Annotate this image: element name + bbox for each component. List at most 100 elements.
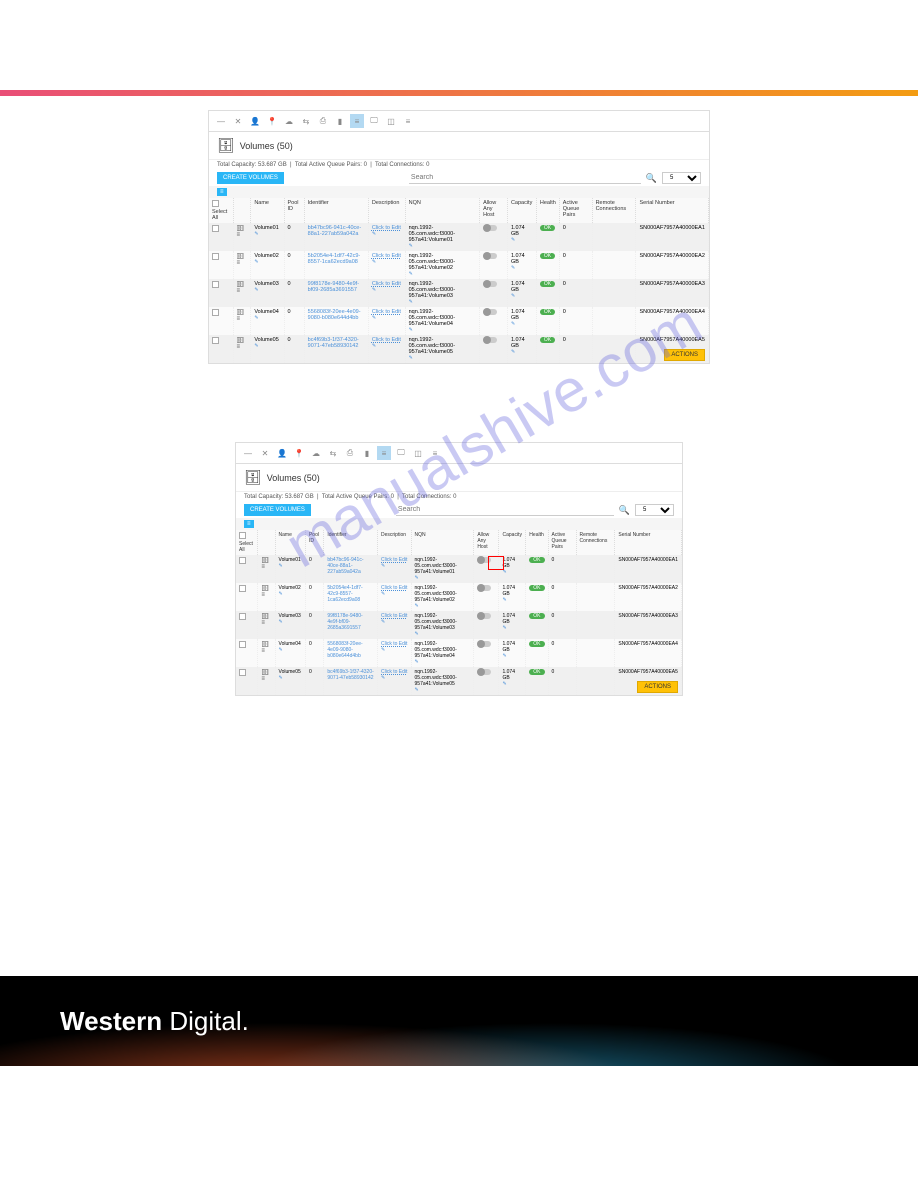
link-icon[interactable]: ⇆ bbox=[326, 446, 340, 460]
cell-identifier[interactable]: 5568083f-20ee-4e09-9080-b080e644d4bb bbox=[327, 641, 362, 659]
col-allow[interactable]: Allow Any Host bbox=[474, 530, 499, 555]
edit-icon[interactable]: ✎ bbox=[502, 681, 506, 687]
col-queue[interactable]: Active Queue Pairs bbox=[559, 198, 592, 223]
edit-icon[interactable]: ✎ bbox=[502, 597, 506, 603]
col-serial[interactable]: Serial Number bbox=[636, 198, 709, 223]
row-checkbox[interactable] bbox=[239, 641, 246, 648]
col-identifier[interactable]: Identifier bbox=[324, 530, 378, 555]
user-icon[interactable]: 👤 bbox=[275, 446, 289, 460]
cell-identifier[interactable]: 5568083f-20ee-4e09-9080-b080e644d4bb bbox=[308, 309, 361, 321]
edit-icon[interactable]: ✎ bbox=[381, 675, 385, 681]
cell-description[interactable]: Click to Edit bbox=[372, 225, 401, 231]
allow-host-toggle[interactable] bbox=[483, 281, 497, 287]
edit-icon[interactable]: ✎ bbox=[381, 591, 385, 597]
edit-icon[interactable]: ✎ bbox=[511, 321, 515, 327]
tools-icon[interactable]: ✕ bbox=[231, 114, 245, 128]
select-all-checkbox[interactable] bbox=[212, 200, 219, 207]
row-checkbox[interactable] bbox=[212, 281, 219, 288]
list-toggle-icon[interactable]: ≡ bbox=[217, 188, 227, 196]
list-toggle-icon[interactable]: ≡ bbox=[244, 520, 254, 528]
print-icon[interactable]: ⎙ bbox=[316, 114, 330, 128]
edit-icon[interactable]: ✎ bbox=[502, 653, 506, 659]
edit-icon[interactable]: ✎ bbox=[254, 343, 258, 349]
create-volumes-button[interactable]: CREATE VOLUMES bbox=[217, 172, 284, 184]
edit-icon[interactable]: ✎ bbox=[409, 243, 413, 249]
edit-icon[interactable]: ✎ bbox=[409, 355, 413, 361]
server-icon[interactable]: ☁ bbox=[282, 114, 296, 128]
menu-icon[interactable]: ≡ bbox=[401, 114, 415, 128]
edit-icon[interactable]: ✎ bbox=[415, 659, 419, 665]
allow-host-toggle[interactable] bbox=[477, 641, 491, 647]
cell-identifier[interactable]: 5b2054e4-1df7-42c9-8557-1ca62ecd9a08 bbox=[327, 585, 362, 603]
allow-host-toggle[interactable] bbox=[483, 309, 497, 315]
row-checkbox[interactable] bbox=[239, 669, 246, 676]
col-capacity[interactable]: Capacity bbox=[499, 530, 526, 555]
search-input[interactable] bbox=[409, 172, 641, 184]
allow-host-toggle[interactable] bbox=[483, 337, 497, 343]
actions-button[interactable]: ACTIONS bbox=[664, 349, 705, 361]
row-checkbox[interactable] bbox=[212, 225, 219, 232]
col-description[interactable]: Description bbox=[378, 530, 412, 555]
edit-icon[interactable]: ✎ bbox=[372, 287, 376, 293]
edit-icon[interactable]: ✎ bbox=[254, 315, 258, 321]
edit-icon[interactable]: ✎ bbox=[415, 631, 419, 637]
tools-icon[interactable]: ✕ bbox=[258, 446, 272, 460]
col-remote[interactable]: Remote Connections bbox=[576, 530, 615, 555]
cell-identifier[interactable]: 99f8178e-9480-4e9f-bf09-2685a3691557 bbox=[308, 281, 359, 293]
page-size-select[interactable]: 5 bbox=[635, 504, 674, 516]
edit-icon[interactable]: ✎ bbox=[279, 675, 283, 681]
allow-host-toggle[interactable] bbox=[483, 253, 497, 259]
cell-identifier[interactable]: 99f8178e-9480-4e9f-bf09-2685a3691557 bbox=[327, 613, 362, 631]
col-pool[interactable]: Pool ID bbox=[284, 198, 304, 223]
pin-icon[interactable]: 📍 bbox=[292, 446, 306, 460]
col-health[interactable]: Health bbox=[536, 198, 559, 223]
folder-icon[interactable]: ▮ bbox=[333, 114, 347, 128]
cell-description[interactable]: Click to Edit bbox=[372, 309, 401, 315]
edit-icon[interactable]: ✎ bbox=[511, 293, 515, 299]
row-checkbox[interactable] bbox=[212, 337, 219, 344]
allow-host-toggle[interactable] bbox=[483, 225, 497, 231]
col-nqn[interactable]: NQN bbox=[411, 530, 474, 555]
edit-icon[interactable]: ✎ bbox=[511, 237, 515, 243]
network-icon[interactable]: ◫ bbox=[411, 446, 425, 460]
row-checkbox[interactable] bbox=[239, 557, 246, 564]
edit-icon[interactable]: ✎ bbox=[381, 647, 385, 653]
cell-identifier[interactable]: bb47bc96-941c-40ce-88a1-227ab59a042a bbox=[327, 557, 363, 575]
edit-icon[interactable]: ✎ bbox=[372, 343, 376, 349]
allow-host-toggle[interactable] bbox=[477, 613, 491, 619]
actions-button[interactable]: ACTIONS bbox=[637, 681, 678, 693]
edit-icon[interactable]: ✎ bbox=[254, 287, 258, 293]
edit-icon[interactable]: ✎ bbox=[279, 591, 283, 597]
col-description[interactable]: Description bbox=[368, 198, 405, 223]
pin-icon[interactable]: 📍 bbox=[265, 114, 279, 128]
volumes-tab-icon[interactable]: ≡ bbox=[377, 446, 391, 460]
edit-icon[interactable]: ✎ bbox=[381, 563, 385, 569]
create-volumes-button[interactable]: CREATE VOLUMES bbox=[244, 504, 311, 516]
allow-host-toggle[interactable] bbox=[477, 669, 491, 675]
minimize-icon[interactable]: — bbox=[241, 446, 255, 460]
edit-icon[interactable]: ✎ bbox=[372, 315, 376, 321]
cell-description[interactable]: Click to Edit bbox=[372, 281, 401, 287]
edit-icon[interactable]: ✎ bbox=[511, 349, 515, 355]
edit-icon[interactable]: ✎ bbox=[372, 231, 376, 237]
edit-icon[interactable]: ✎ bbox=[409, 271, 413, 277]
edit-icon[interactable]: ✎ bbox=[381, 619, 385, 625]
edit-icon[interactable]: ✎ bbox=[415, 687, 419, 693]
edit-icon[interactable]: ✎ bbox=[409, 299, 413, 305]
print-icon[interactable]: ⎙ bbox=[343, 446, 357, 460]
row-checkbox[interactable] bbox=[212, 253, 219, 260]
edit-icon[interactable]: ✎ bbox=[372, 259, 376, 265]
folder-icon[interactable]: ▮ bbox=[360, 446, 374, 460]
col-queue[interactable]: Active Queue Pairs bbox=[548, 530, 576, 555]
col-pool[interactable]: Pool ID bbox=[305, 530, 323, 555]
row-checkbox[interactable] bbox=[239, 613, 246, 620]
table-row[interactable]: 🗄 ≡Volume05 ✎0bc4f69b3-1f37-4320-9071-47… bbox=[209, 335, 709, 363]
row-checkbox[interactable] bbox=[212, 309, 219, 316]
col-allow[interactable]: Allow Any Host bbox=[480, 198, 508, 223]
col-remote[interactable]: Remote Connections bbox=[592, 198, 636, 223]
col-name[interactable]: Name bbox=[275, 530, 305, 555]
page-size-select[interactable]: 5 bbox=[662, 172, 701, 184]
edit-icon[interactable]: ✎ bbox=[409, 327, 413, 333]
monitor-icon[interactable]: 🖵 bbox=[394, 446, 408, 460]
search-icon[interactable]: 🔍 bbox=[619, 505, 630, 516]
